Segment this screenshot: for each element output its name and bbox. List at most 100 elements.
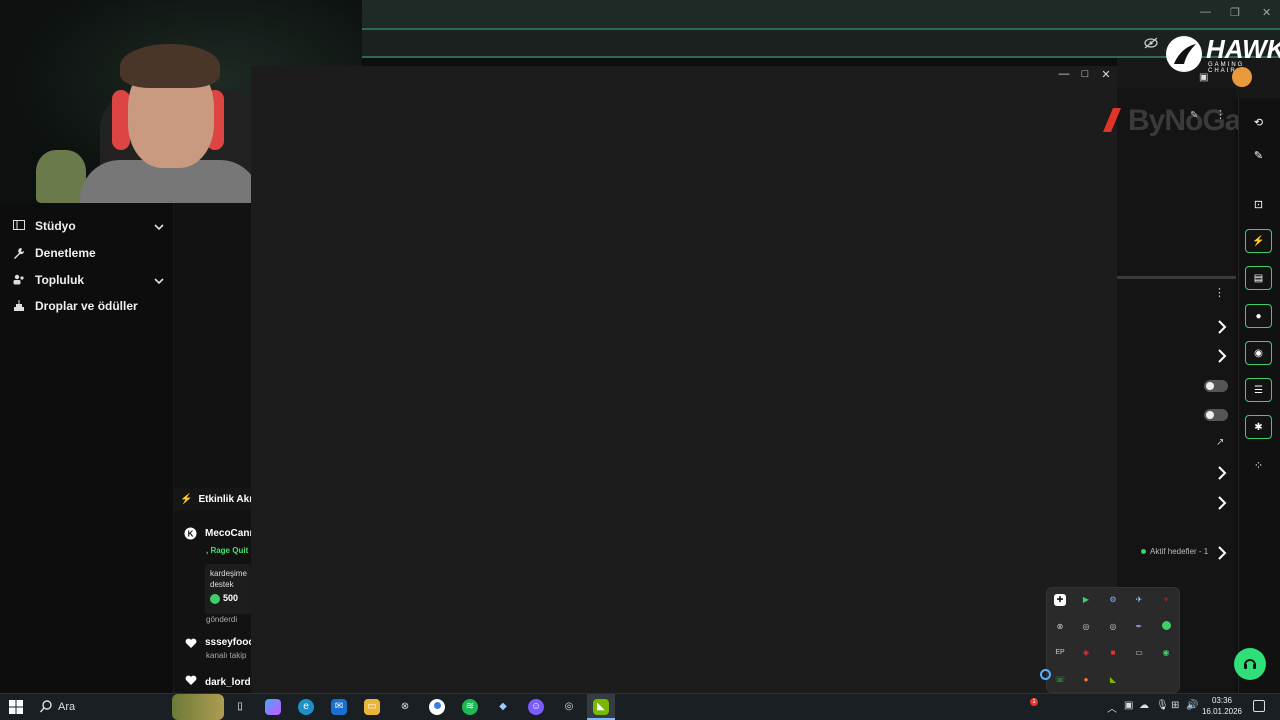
nvidia-icon[interactable]: ◣ xyxy=(1107,674,1119,686)
outlook-icon[interactable]: ✉ xyxy=(331,699,347,715)
discord-icon[interactable]: ☺ xyxy=(528,699,544,715)
sidebar-item-label: Stüdyo xyxy=(35,219,76,233)
heart-icon xyxy=(184,675,197,688)
steam-icon[interactable]: ✈ xyxy=(1133,594,1145,606)
taskbar-search[interactable]: Ara xyxy=(58,701,75,713)
network-icon[interactable]: ⊞ xyxy=(1171,700,1179,711)
divider xyxy=(1117,276,1236,279)
steam-icon[interactable]: ◆ xyxy=(495,699,511,715)
quick-action-icon[interactable]: ⚡ xyxy=(1245,229,1272,253)
sidebar-item-studio[interactable]: Stüdyo xyxy=(12,216,164,236)
cloud-icon[interactable]: ☁ xyxy=(1139,700,1149,711)
obs-icon[interactable]: ◎ xyxy=(1080,621,1092,633)
feather-icon[interactable]: ✒ xyxy=(1133,621,1145,633)
chevron-right-icon[interactable] xyxy=(1216,349,1228,363)
feed-user-name[interactable]: ssseyfooo xyxy=(205,637,251,648)
minimize-icon[interactable]: — xyxy=(1200,6,1211,18)
toggle-switch[interactable] xyxy=(1204,380,1228,392)
epic-icon[interactable]: EP xyxy=(1054,647,1066,659)
more-icon[interactable]: ⋮ xyxy=(1215,108,1226,121)
pencil-icon[interactable]: ✎ xyxy=(1245,143,1272,167)
studio-icon xyxy=(12,219,25,233)
camera-icon[interactable]: ▣ xyxy=(1199,72,1208,83)
main-panel xyxy=(251,66,1117,693)
chart-icon[interactable]: ↗ xyxy=(1216,437,1224,448)
screen: — ❐ ✕ Stüdyo Denetleme Topluluk Droplar … xyxy=(0,0,1280,720)
layout-icon[interactable]: ☰ xyxy=(1245,378,1272,402)
chevron-up-icon[interactable]: ︿ xyxy=(1107,700,1117,715)
chevron-right-icon[interactable] xyxy=(1216,546,1228,560)
file-explorer-icon[interactable]: ▭ xyxy=(364,699,380,715)
firefox-icon[interactable]: ● xyxy=(1080,674,1092,686)
close-icon[interactable]: ✕ xyxy=(1262,6,1271,19)
sidebar-item-moderation[interactable]: Denetleme xyxy=(12,243,164,263)
connections-icon[interactable]: ⁘ xyxy=(1245,453,1272,477)
windows-start-icon[interactable] xyxy=(9,700,23,714)
play-icon[interactable]: ▶ xyxy=(1080,594,1092,606)
feed-user-name[interactable]: MecoCanı xyxy=(205,528,251,539)
chevron-down-icon xyxy=(154,221,164,231)
chevron-right-icon[interactable] xyxy=(1216,320,1228,334)
figure-toy xyxy=(36,150,86,203)
toolbar xyxy=(362,30,1280,56)
broadcast-icon[interactable]: ◉ xyxy=(1245,341,1272,365)
capture-icon[interactable]: ⊡ xyxy=(1245,192,1272,216)
restore-icon[interactable]: ❐ xyxy=(1230,6,1240,19)
minimize-icon[interactable]: — xyxy=(1058,68,1070,80)
feed-user-name[interactable]: dark_lord xyxy=(205,677,251,688)
task-view-icon[interactable]: ▯ xyxy=(232,699,248,715)
microphone-icon[interactable]: 🎙 xyxy=(1156,700,1169,711)
active-goals[interactable]: Aktif hedefler - 1 xyxy=(1141,547,1208,556)
kick-icon: K xyxy=(184,527,197,540)
heart-icon xyxy=(184,638,197,651)
toggle-switch[interactable] xyxy=(1204,409,1228,421)
community-icon xyxy=(12,274,25,287)
edit-icon[interactable]: ⟲ xyxy=(1245,110,1272,134)
gear-icon[interactable]: ⚙ xyxy=(1107,594,1119,606)
more-icon[interactable]: ⋮ xyxy=(1214,286,1225,299)
notification-icon[interactable] xyxy=(1253,700,1265,712)
edge-icon[interactable]: e xyxy=(298,699,314,715)
spotify-icon[interactable]: ≋ xyxy=(462,699,478,715)
wrench-icon[interactable]: ✱ xyxy=(1245,415,1272,439)
volume-icon[interactable]: 🔊 xyxy=(1186,700,1198,711)
sidebar-item-label: Denetleme xyxy=(35,246,96,260)
record-icon[interactable]: ■ xyxy=(1107,647,1119,659)
maximize-icon[interactable]: □ xyxy=(1079,68,1091,80)
nvidia-icon[interactable]: ◣ xyxy=(593,699,609,715)
chat-icon[interactable]: ● xyxy=(1245,304,1272,328)
copilot-icon[interactable] xyxy=(265,699,281,715)
green-dot-icon[interactable] xyxy=(1160,621,1172,633)
sidebar-item-label: Droplar ve ödüller xyxy=(35,299,138,313)
wrench-icon xyxy=(12,247,25,260)
obs-icon[interactable]: ◎ xyxy=(1107,621,1119,633)
hide-icon[interactable] xyxy=(1144,36,1158,49)
xbox-icon[interactable]: ⊗ xyxy=(1054,621,1066,633)
pencil-icon[interactable]: ✎ xyxy=(1190,110,1198,121)
chevron-right-icon[interactable] xyxy=(1216,496,1228,510)
drops-icon xyxy=(12,299,25,313)
spotify-icon[interactable]: ◉ xyxy=(1160,647,1172,659)
activity-feed-header: ⚡ Etkinlik Akışı xyxy=(173,488,251,510)
gamepad-icon[interactable]: ▭ xyxy=(1133,647,1145,659)
chevron-right-icon[interactable] xyxy=(1216,466,1228,480)
loading-icon xyxy=(1040,669,1051,680)
search-icon[interactable] xyxy=(39,700,52,718)
obs-icon[interactable]: ◎ xyxy=(561,699,577,715)
chrome-icon[interactable] xyxy=(429,699,445,715)
svg-text:K: K xyxy=(188,530,194,539)
hair xyxy=(120,44,220,88)
shield-icon[interactable]: ◈ xyxy=(1080,647,1092,659)
xbox-icon[interactable]: ⊗ xyxy=(397,699,413,715)
avatar[interactable] xyxy=(1232,67,1252,87)
close-icon[interactable]: ✕ xyxy=(1100,68,1112,81)
document-icon[interactable]: ▤ xyxy=(1245,266,1272,290)
microphone-icon[interactable]: ♆ xyxy=(1160,594,1172,606)
sidebar-item-community[interactable]: Topluluk xyxy=(12,270,164,290)
whatsapp-icon[interactable]: ☏ xyxy=(1054,674,1066,686)
tray-app-icon[interactable]: ▣ xyxy=(1124,700,1133,711)
support-button[interactable] xyxy=(1234,648,1266,680)
app-tray-icon[interactable]: ✚ xyxy=(1054,594,1066,606)
sidebar-item-drops[interactable]: Droplar ve ödüller xyxy=(12,296,164,316)
taskbar-clock[interactable]: 03:36 16.01.2026 xyxy=(1200,695,1244,717)
